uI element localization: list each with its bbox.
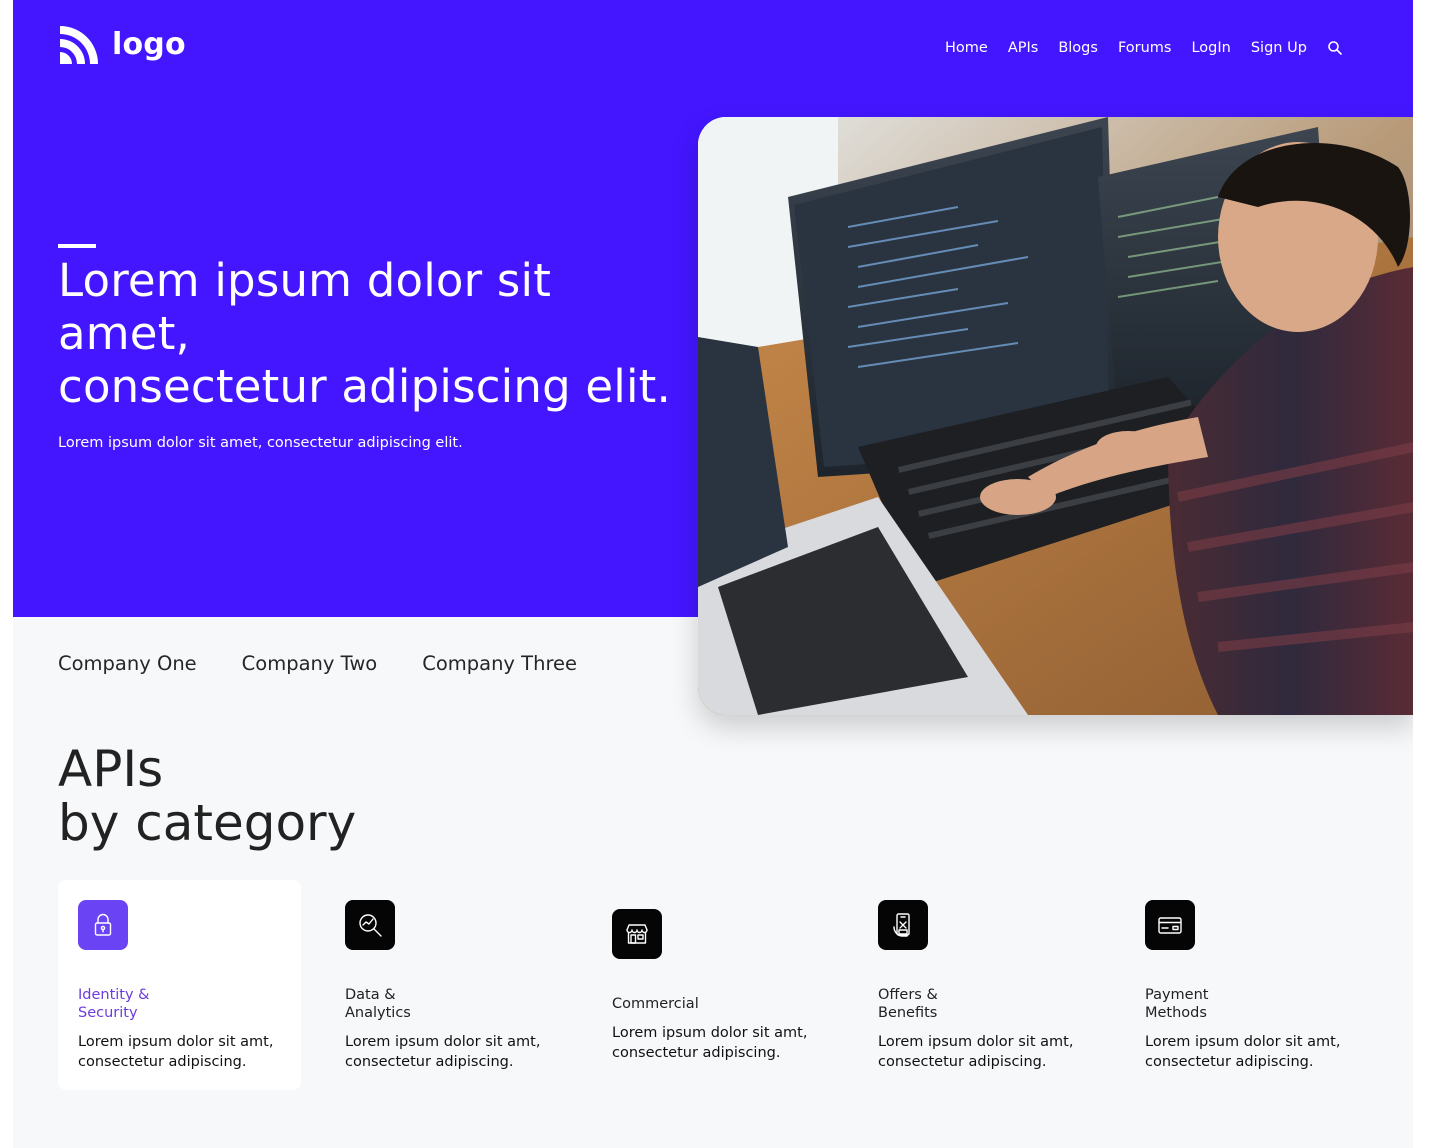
category-title: Commercial xyxy=(612,996,699,1012)
lock-icon xyxy=(78,900,128,950)
apis-heading-line2: by category xyxy=(58,794,357,852)
category-card-identity-security[interactable]: Identity & Security Lorem ipsum dolor si… xyxy=(58,880,301,1090)
category-title: Offers & Benefits xyxy=(878,987,938,1021)
developer-at-workstation-photo xyxy=(698,117,1413,715)
nav-login[interactable]: LogIn xyxy=(1191,38,1230,58)
nav-forums[interactable]: Forums xyxy=(1118,38,1172,58)
main-nav: Home APIs Blogs Forums LogIn Sign Up xyxy=(945,38,1343,58)
analytics-search-icon xyxy=(345,900,395,950)
category-card-offers-benefits[interactable]: Offers & Benefits Lorem ipsum dolor sit … xyxy=(858,880,1101,1090)
category-description: Lorem ipsum dolor sit amt, consectetur a… xyxy=(345,1034,541,1070)
logo[interactable]: logo xyxy=(58,24,186,66)
company-list: Company One Company Two Company Three xyxy=(58,652,622,676)
category-description: Lorem ipsum dolor sit amt, consectetur a… xyxy=(878,1034,1074,1070)
category-title: Identity & Security xyxy=(78,987,150,1021)
company-two: Company Two xyxy=(241,652,378,675)
logo-text: logo xyxy=(112,27,186,62)
hero-photo xyxy=(698,117,1413,715)
hero-subtitle: Lorem ipsum dolor sit amet, consectetur … xyxy=(58,435,463,451)
category-description: Lorem ipsum dolor sit amt, consectetur a… xyxy=(78,1034,274,1070)
page: logo Home APIs Blogs Forums LogIn Sign U… xyxy=(13,0,1413,1148)
nav-home[interactable]: Home xyxy=(945,38,988,58)
hero-title: Lorem ipsum dolor sit amet, consectetur … xyxy=(58,254,698,413)
hero-title-line1: Lorem ipsum dolor sit xyxy=(58,254,552,307)
hero-title-line3: consectetur adipiscing elit. xyxy=(58,360,671,413)
nav-signup[interactable]: Sign Up xyxy=(1251,38,1307,58)
mobile-offer-icon xyxy=(878,900,928,950)
nav-blogs[interactable]: Blogs xyxy=(1058,38,1098,58)
logo-mark-icon xyxy=(60,26,98,64)
category-card-payment-methods[interactable]: Payment Methods Lorem ipsum dolor sit am… xyxy=(1125,880,1368,1090)
hero-title-line2: amet, xyxy=(58,307,191,360)
category-description: Lorem ipsum dolor sit amt, consectetur a… xyxy=(1145,1034,1341,1070)
company-three: Company Three xyxy=(422,652,578,675)
search-icon[interactable] xyxy=(1327,40,1343,56)
category-title: Data & Analytics xyxy=(345,987,411,1021)
credit-card-icon xyxy=(1145,900,1195,950)
category-title: Payment Methods xyxy=(1145,987,1209,1021)
apis-heading-line1: APIs xyxy=(58,740,164,798)
category-description: Lorem ipsum dolor sit amt, consectetur a… xyxy=(612,1025,808,1061)
company-one: Company One xyxy=(58,652,197,675)
hero-accent-dash xyxy=(58,244,96,248)
apis-heading: APIs by category xyxy=(58,742,356,850)
category-card-commercial[interactable]: Commercial Lorem ipsum dolor sit amt, co… xyxy=(592,889,835,1099)
storefront-icon xyxy=(612,909,662,959)
category-card-data-analytics[interactable]: Data & Analytics Lorem ipsum dolor sit a… xyxy=(325,880,568,1090)
nav-apis[interactable]: APIs xyxy=(1008,38,1039,58)
